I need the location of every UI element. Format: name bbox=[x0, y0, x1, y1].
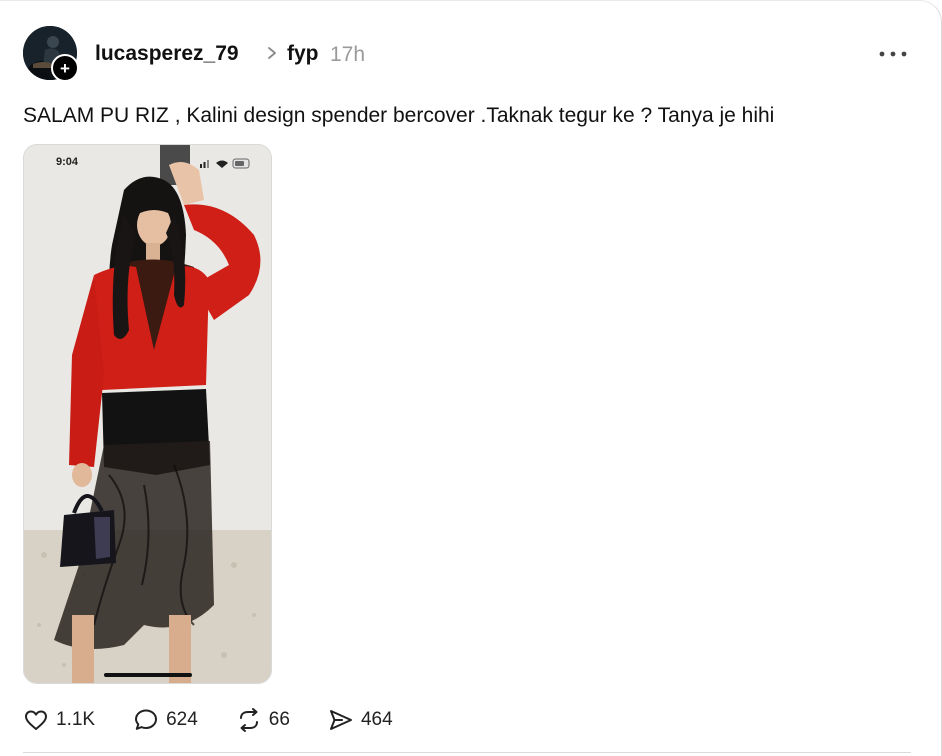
share-button[interactable]: 464 bbox=[328, 707, 393, 733]
speech-bubble-icon bbox=[135, 709, 158, 730]
action-bar: 1.1K 624 66 464 bbox=[23, 705, 431, 735]
repost-count: 66 bbox=[268, 709, 290, 730]
phone-status-time: 9:04 bbox=[56, 156, 79, 168]
post-photo bbox=[24, 145, 271, 683]
comment-count: 624 bbox=[166, 709, 198, 730]
repost-button[interactable]: 66 bbox=[236, 707, 290, 733]
post-time: 17h bbox=[330, 43, 366, 66]
repost-icon bbox=[239, 708, 258, 732]
phone-status-icons bbox=[200, 158, 250, 169]
more-horizontal-icon bbox=[879, 51, 907, 57]
topic-tag[interactable]: fyp bbox=[287, 42, 319, 66]
like-count: 1.1K bbox=[56, 709, 96, 730]
post-text: SALAM PU RIZ , Kalini design spender ber… bbox=[23, 104, 775, 127]
follow-plus-icon[interactable]: + bbox=[51, 54, 79, 82]
comment-button[interactable]: 624 bbox=[133, 707, 198, 733]
heart-icon bbox=[25, 710, 47, 730]
post-card: + lucasperez_79 fyp 17h SALAM PU RIZ , K… bbox=[0, 0, 942, 756]
avatar-container[interactable]: + bbox=[23, 26, 79, 82]
post-divider bbox=[23, 752, 911, 753]
post-media[interactable]: 9:04 bbox=[23, 144, 272, 684]
chevron-right-icon bbox=[268, 47, 276, 59]
send-icon bbox=[329, 710, 352, 730]
like-button[interactable]: 1.1K bbox=[23, 707, 95, 733]
post-header: + lucasperez_79 fyp 17h bbox=[23, 26, 911, 82]
more-options-button[interactable] bbox=[875, 42, 911, 66]
username[interactable]: lucasperez_79 bbox=[95, 42, 239, 66]
share-count: 464 bbox=[360, 709, 393, 730]
phone-home-indicator bbox=[104, 673, 192, 677]
